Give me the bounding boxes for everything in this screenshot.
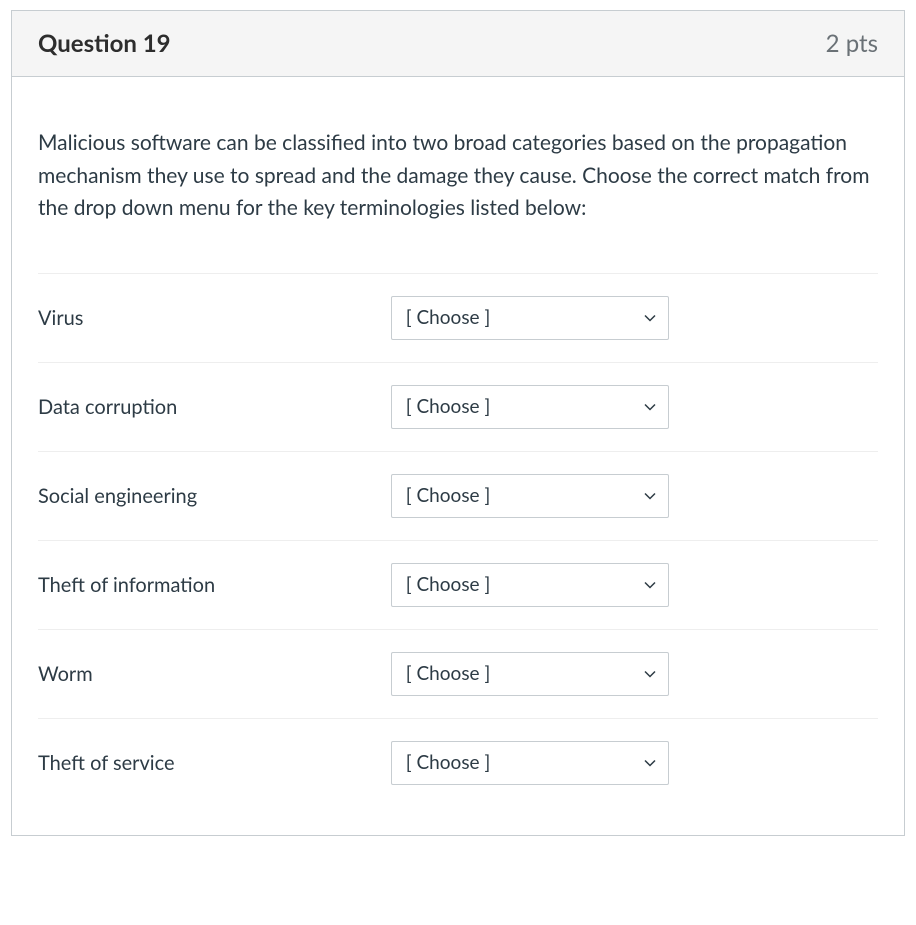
chevron-down-icon (644, 403, 656, 411)
select-worm[interactable]: [ Choose ] (391, 652, 669, 696)
chevron-down-icon (644, 581, 656, 589)
question-prompt: Malicious software can be classified int… (38, 127, 878, 225)
match-label-social-engineering: Social engineering (38, 484, 391, 508)
match-select-wrap: [ Choose ] (391, 474, 878, 518)
chevron-down-icon (644, 492, 656, 500)
match-select-wrap: [ Choose ] (391, 296, 878, 340)
select-theft-of-information[interactable]: [ Choose ] (391, 563, 669, 607)
match-select-wrap: [ Choose ] (391, 652, 878, 696)
match-select-wrap: [ Choose ] (391, 741, 878, 785)
question-points: 2 pts (826, 29, 878, 58)
question-header: Question 19 2 pts (12, 11, 904, 77)
match-label-virus: Virus (38, 306, 391, 330)
match-select-wrap: [ Choose ] (391, 385, 878, 429)
question-container: Question 19 2 pts Malicious software can… (11, 10, 905, 836)
match-row: Worm [ Choose ] (38, 629, 878, 718)
match-row: Data corruption [ Choose ] (38, 362, 878, 451)
select-value: [ Choose ] (406, 662, 490, 685)
select-data-corruption[interactable]: [ Choose ] (391, 385, 669, 429)
select-value: [ Choose ] (406, 395, 490, 418)
match-table: Virus [ Choose ] Data corruption [ Choos… (38, 273, 878, 807)
select-value: [ Choose ] (406, 306, 490, 329)
match-label-worm: Worm (38, 662, 391, 686)
question-title: Question 19 (38, 29, 171, 58)
match-row: Virus [ Choose ] (38, 273, 878, 362)
chevron-down-icon (644, 759, 656, 767)
match-row: Social engineering [ Choose ] (38, 451, 878, 540)
select-social-engineering[interactable]: [ Choose ] (391, 474, 669, 518)
question-body: Malicious software can be classified int… (12, 77, 904, 835)
match-label-theft-of-information: Theft of information (38, 573, 391, 597)
match-label-theft-of-service: Theft of service (38, 751, 391, 775)
match-select-wrap: [ Choose ] (391, 563, 878, 607)
match-row: Theft of information [ Choose ] (38, 540, 878, 629)
select-value: [ Choose ] (406, 484, 490, 507)
select-virus[interactable]: [ Choose ] (391, 296, 669, 340)
select-value: [ Choose ] (406, 751, 490, 774)
match-label-data-corruption: Data corruption (38, 395, 391, 419)
chevron-down-icon (644, 314, 656, 322)
chevron-down-icon (644, 670, 656, 678)
match-row: Theft of service [ Choose ] (38, 718, 878, 807)
select-theft-of-service[interactable]: [ Choose ] (391, 741, 669, 785)
select-value: [ Choose ] (406, 573, 490, 596)
